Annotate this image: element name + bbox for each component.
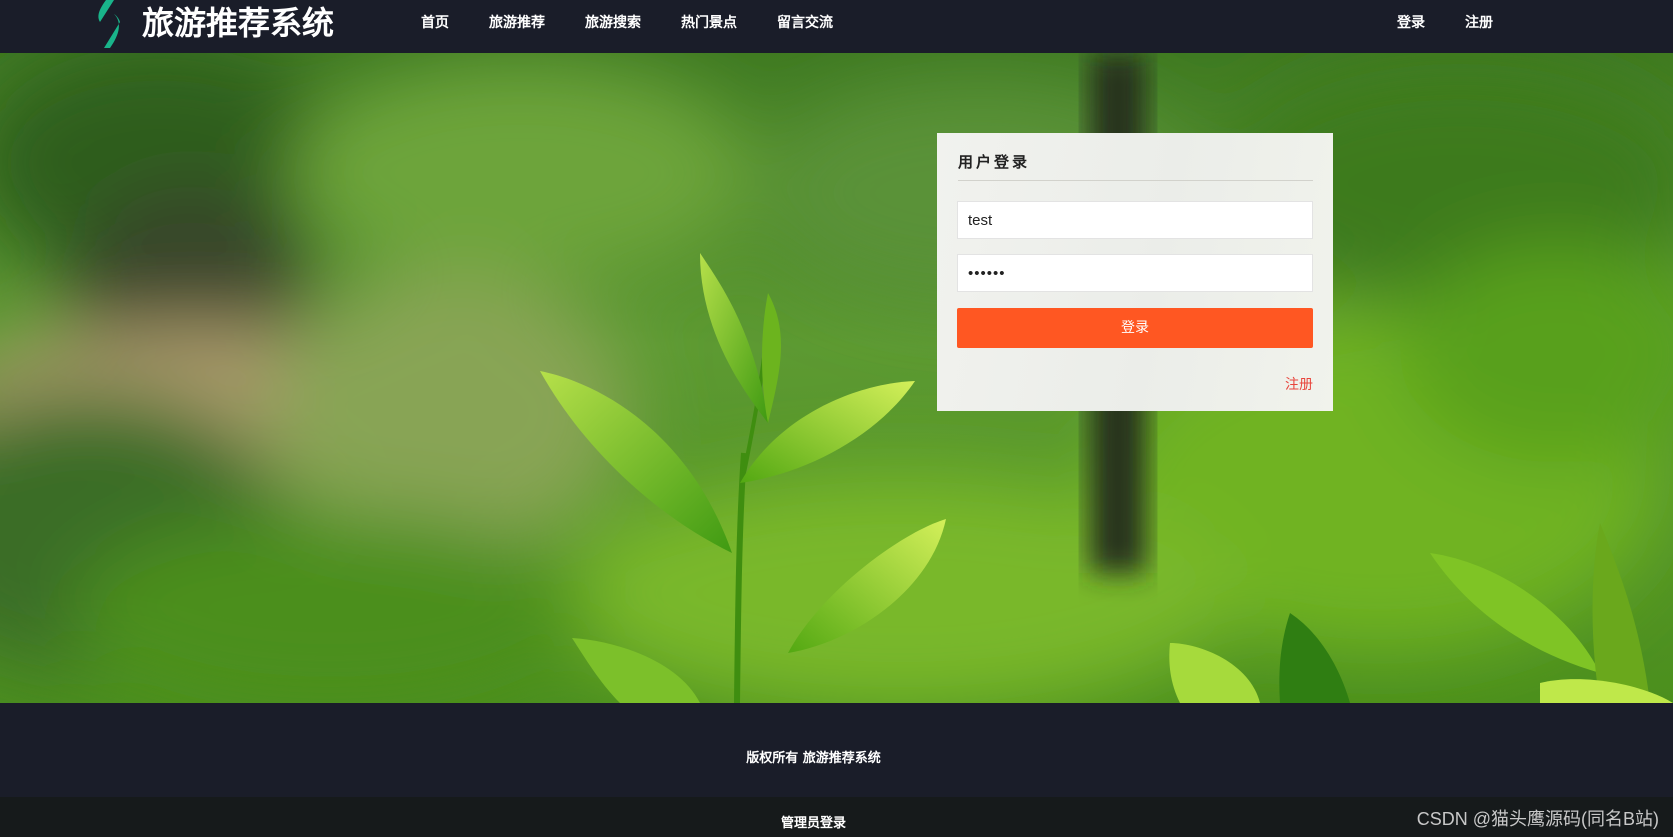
login-card: 用户登录 登录 注册 — [937, 133, 1333, 411]
register-link[interactable]: 注册 — [1285, 374, 1313, 394]
tea-leaves-background — [0, 53, 1673, 703]
site-title[interactable]: 旅游推荐系统 — [142, 3, 334, 43]
login-title: 用户登录 — [958, 153, 1031, 171]
footer: 版权所有 旅游推荐系统 — [0, 703, 1673, 797]
nav-item-home[interactable]: 首页 — [421, 13, 449, 33]
nav-item-recommend[interactable]: 旅游推荐 — [489, 13, 545, 33]
top-nav-bar: 旅游推荐系统 首页 旅游推荐 旅游搜索 热门景点 留言交流 登录 注册 — [0, 0, 1673, 53]
username-input[interactable] — [957, 201, 1313, 239]
login-divider — [958, 180, 1313, 181]
nav-item-hot-spots[interactable]: 热门景点 — [681, 13, 737, 33]
hero-background-image — [0, 53, 1673, 703]
nav-item-search[interactable]: 旅游搜索 — [585, 13, 641, 33]
leaf-logo-icon[interactable] — [92, 0, 128, 48]
nav-item-messages[interactable]: 留言交流 — [777, 13, 833, 33]
login-submit-button[interactable]: 登录 — [957, 308, 1313, 348]
admin-login-link[interactable]: 管理员登录 — [0, 812, 1627, 831]
nav-login-link[interactable]: 登录 — [1397, 13, 1425, 33]
nav-register-link[interactable]: 注册 — [1465, 13, 1493, 33]
password-input[interactable] — [957, 254, 1313, 292]
csdn-watermark: CSDN @猫头鹰源码(同名B站) — [1416, 809, 1659, 829]
copyright-text: 版权所有 旅游推荐系统 — [746, 751, 881, 766]
